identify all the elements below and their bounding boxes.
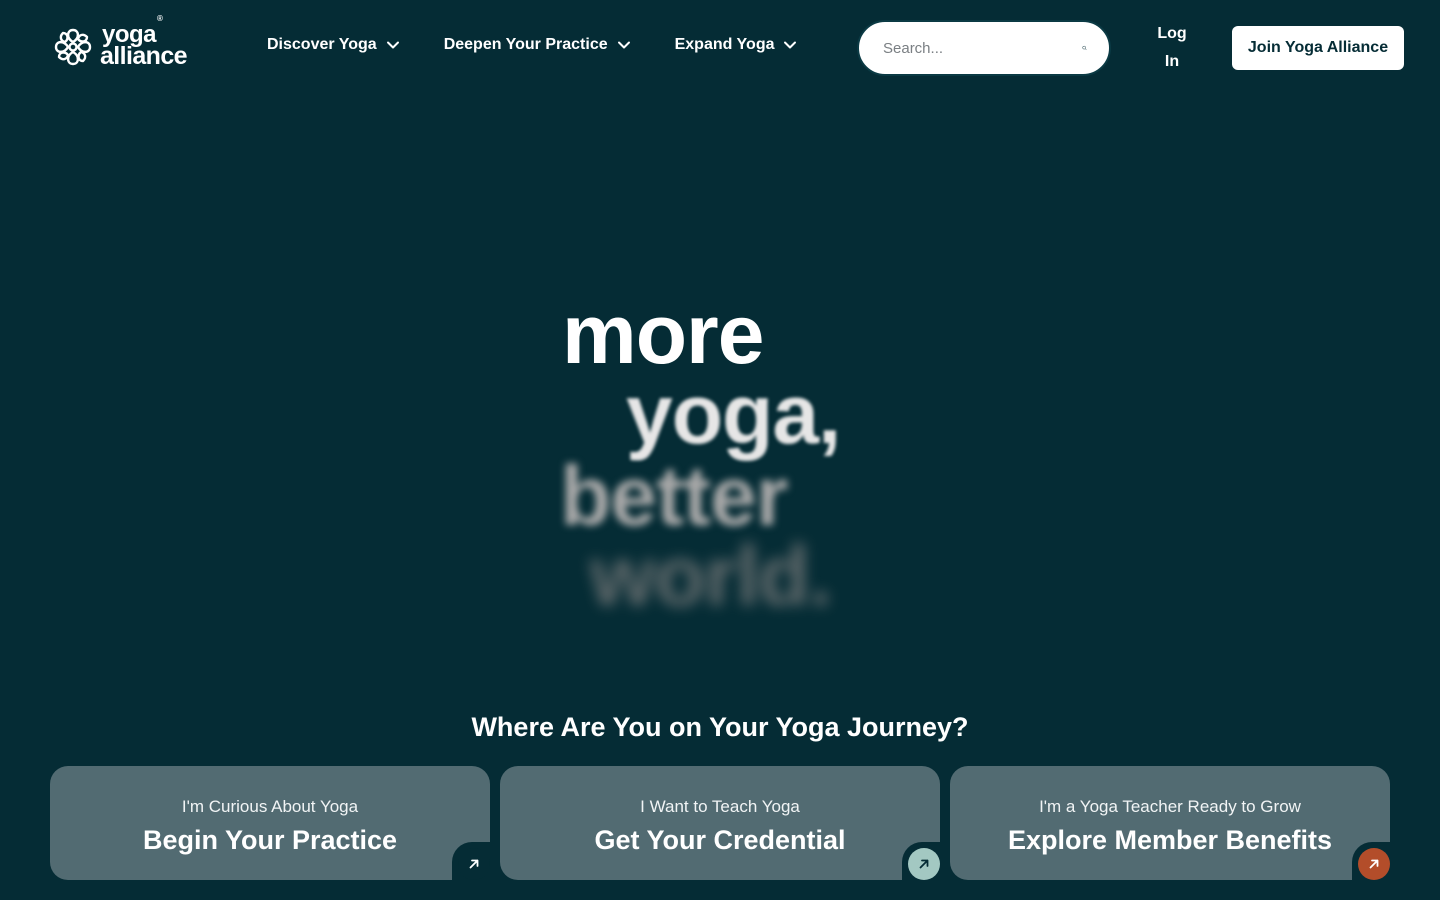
- hero-line-2: yoga,: [626, 367, 841, 461]
- arrow-up-right-icon: [469, 859, 479, 869]
- nav-expand-yoga[interactable]: Expand Yoga: [675, 36, 798, 54]
- card-subtitle: I Want to Teach Yoga: [640, 797, 800, 816]
- main-nav: Discover Yoga Deepen Your Practice Expan…: [267, 36, 797, 54]
- chevron-down-icon: [386, 41, 399, 49]
- hero-line-3: better: [560, 449, 788, 543]
- chevron-down-icon: [784, 41, 797, 49]
- card-arrow-button[interactable]: [908, 848, 940, 880]
- registered-mark: ®: [157, 14, 163, 23]
- brand-word-yoga: yoga®: [100, 15, 187, 48]
- hero-line-4: world.: [590, 529, 832, 623]
- card-subtitle: I'm a Yoga Teacher Ready to Grow: [1039, 797, 1301, 816]
- hero-line-1: more: [562, 287, 764, 381]
- card-title: Explore Member Benefits: [1007, 825, 1333, 855]
- journey-card-begin-practice[interactable]: I'm Curious About Yoga Begin Your Practi…: [50, 766, 492, 882]
- chevron-down-icon: [617, 41, 630, 49]
- search-icon[interactable]: [1082, 38, 1087, 58]
- nav-deepen-your-practice-label: Deepen Your Practice: [443, 36, 608, 53]
- nav-expand-yoga-label: Expand Yoga: [674, 36, 775, 53]
- journey-card-get-credential[interactable]: I Want to Teach Yoga Get Your Credential: [500, 766, 942, 882]
- arrow-up-right-icon: [1369, 859, 1379, 869]
- nav-deepen-your-practice[interactable]: Deepen Your Practice: [444, 36, 631, 54]
- card-title: Begin Your Practice: [142, 825, 398, 855]
- card-subtitle: I'm Curious About Yoga: [181, 797, 359, 816]
- brand-wordmark: yoga® alliance: [100, 15, 188, 69]
- nav-discover-yoga[interactable]: Discover Yoga: [267, 36, 400, 54]
- page: yoga® alliance Discover Yoga Deepen Your…: [0, 0, 1440, 900]
- brand-logo[interactable]: yoga® alliance: [50, 15, 188, 70]
- journey-card-member-benefits[interactable]: I'm a Yoga Teacher Ready to Grow Explore…: [950, 766, 1392, 882]
- card-arrow-button[interactable]: [458, 848, 490, 880]
- card-arrow-button[interactable]: [1358, 848, 1390, 880]
- arrow-up-right-icon: [919, 859, 929, 869]
- join-yoga-alliance-button[interactable]: Join Yoga Alliance: [1232, 26, 1404, 70]
- yoga-alliance-logo-icon: [54, 28, 92, 66]
- login-link[interactable]: Log In: [1150, 20, 1194, 76]
- brand-word-yoga-text: yoga: [102, 21, 157, 48]
- search-input[interactable]: [883, 39, 1082, 57]
- search-box: [857, 20, 1111, 76]
- nav-discover-yoga-label: Discover Yoga: [267, 36, 377, 53]
- card-title: Get Your Credential: [594, 825, 846, 855]
- journey-heading: Where Are You on Your Yoga Journey?: [471, 712, 969, 742]
